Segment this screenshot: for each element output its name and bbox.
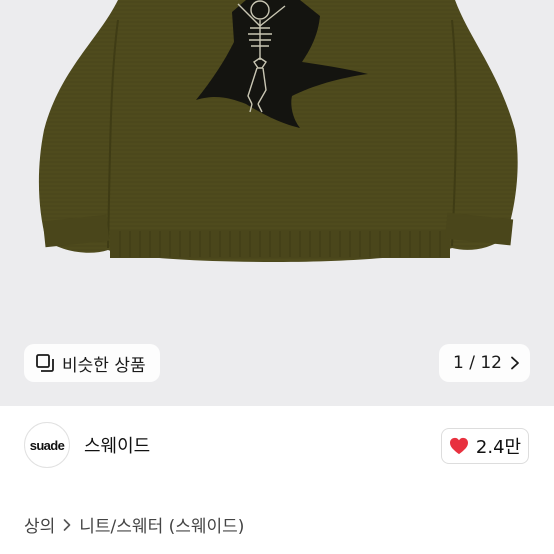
product-image-gallery[interactable]: 비슷한 상품 1 / 12: [0, 0, 554, 406]
seller-avatar-logo: suade: [29, 437, 65, 453]
category-breadcrumb: 상의 니트/스웨터 (스웨이드): [24, 512, 244, 537]
image-pager-count: 1 / 12: [453, 353, 502, 373]
like-count: 2.4만: [475, 437, 522, 458]
like-button[interactable]: 2.4만: [441, 428, 529, 464]
similar-products-icon: [36, 354, 54, 372]
similar-products-label: 비슷한 상품: [62, 355, 146, 376]
seller-avatar[interactable]: suade: [24, 422, 70, 468]
image-pager[interactable]: 1 / 12: [439, 344, 530, 382]
breadcrumb-item-top[interactable]: 상의: [24, 512, 55, 537]
breadcrumb-item-knit[interactable]: 니트/스웨터 (스웨이드): [79, 512, 244, 537]
chevron-right-icon: [511, 356, 519, 370]
seller-name[interactable]: 스웨이드: [84, 432, 150, 458]
heart-icon: [449, 437, 468, 455]
similar-products-button[interactable]: 비슷한 상품: [24, 344, 160, 382]
chevron-right-icon: [63, 518, 71, 531]
